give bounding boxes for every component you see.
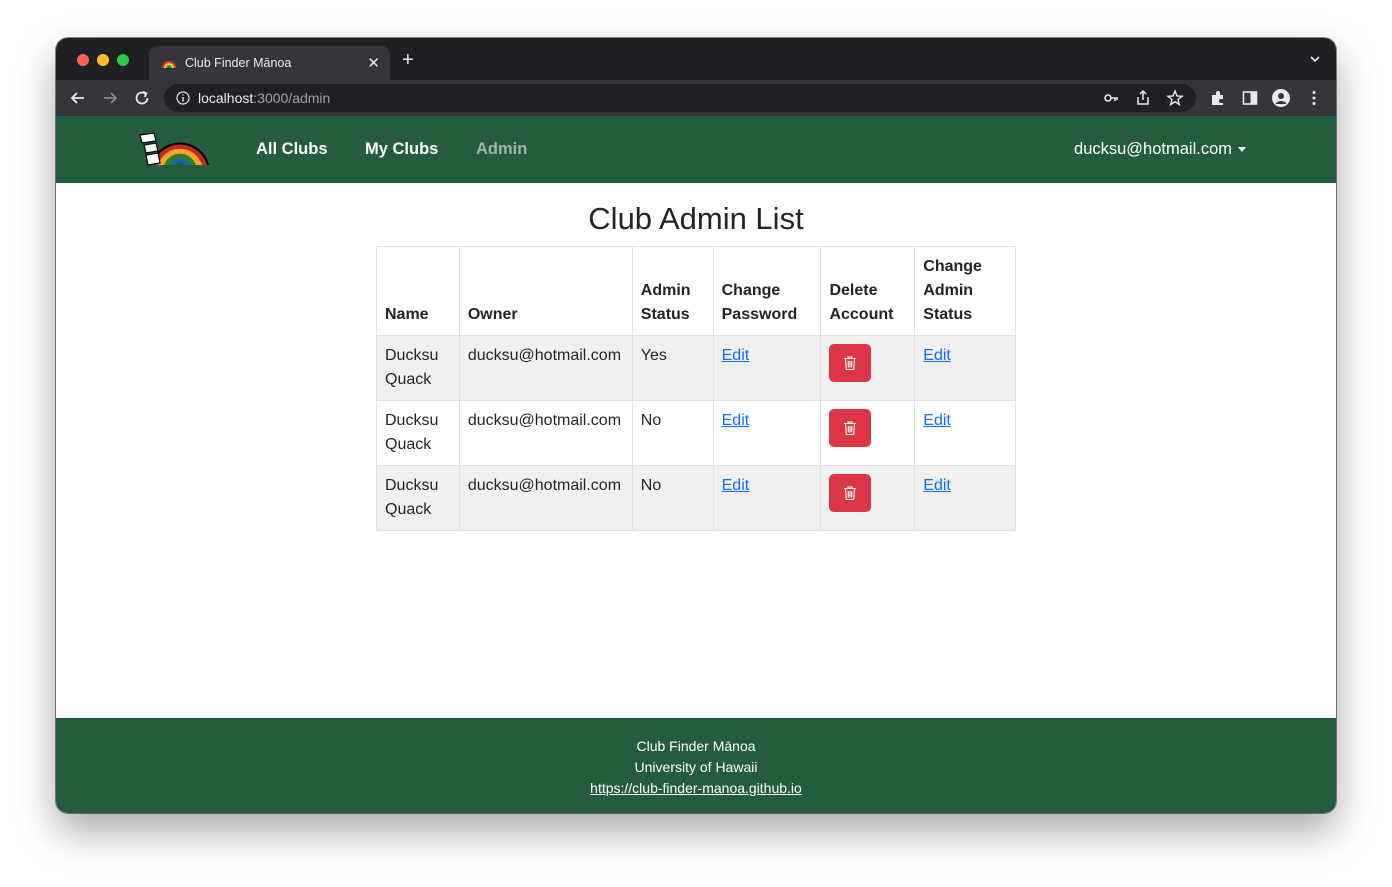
delete-account-button[interactable] [829,344,872,382]
site-navbar: All Clubs My Clubs Admin ducksu@hotmail.… [56,116,1336,183]
edit-admin-status-link[interactable]: Edit [923,347,951,364]
kebab-menu-icon[interactable] [1305,89,1323,107]
column-header-owner: Owner [458,246,633,336]
cell-name: Ducksu Quack [376,465,460,531]
back-icon[interactable] [69,89,87,107]
browser-tab[interactable]: Club Finder Mānoa ✕ [149,46,390,80]
footer-link[interactable]: https://club-finder-manoa.github.io [590,780,802,796]
cell-change-password: Edit [712,400,822,466]
edit-admin-status-link[interactable]: Edit [923,477,951,494]
page-content: All Clubs My Clubs Admin ducksu@hotmail.… [56,116,1336,813]
new-tab-icon[interactable]: + [402,49,414,72]
cell-owner: ducksu@hotmail.com [458,465,633,531]
uh-rainbow-logo[interactable] [138,129,210,169]
table-header-row: Name Owner Admin Status Change Password … [376,246,1016,336]
column-header-change-password: Change Password [712,246,822,336]
window-controls [77,54,129,66]
column-header-change-admin-status: Change Admin Status [914,246,1016,336]
page-title: Club Admin List [588,201,804,236]
footer-site-name: Club Finder Mānoa [636,738,756,754]
edit-admin-status-link[interactable]: Edit [923,412,951,429]
minimize-window-button[interactable] [97,54,109,66]
browser-window: Club Finder Mānoa ✕ + localhost:3000/adm… [56,38,1336,813]
admin-table: Name Owner Admin Status Change Password … [376,246,1016,531]
star-icon[interactable] [1166,89,1184,107]
share-icon[interactable] [1134,89,1152,107]
cell-owner: ducksu@hotmail.com [458,335,633,401]
table-row: Ducksu Quack ducksu@hotmail.com No Edit … [376,400,1016,466]
nav-all-clubs[interactable]: All Clubs [256,140,328,159]
maximize-window-button[interactable] [117,54,129,66]
column-header-name: Name [376,246,460,336]
cell-change-admin: Edit [914,335,1016,401]
nav-my-clubs[interactable]: My Clubs [365,140,438,159]
close-tab-icon[interactable]: ✕ [367,54,380,72]
cell-delete [820,465,916,531]
cell-owner: ducksu@hotmail.com [458,400,633,466]
delete-account-button[interactable] [829,409,872,447]
user-email: ducksu@hotmail.com [1074,140,1232,158]
footer-university: University of Hawaii [634,759,758,775]
delete-account-button[interactable] [829,474,872,512]
sidepanel-icon[interactable] [1241,89,1259,107]
cell-change-admin: Edit [914,400,1016,466]
caret-down-icon [1238,147,1246,152]
trash-icon [844,421,857,436]
browser-toolbar: localhost:3000/admin [56,80,1336,116]
trash-icon [844,356,857,371]
extensions-icon[interactable] [1209,89,1227,107]
edit-password-link[interactable]: Edit [722,477,750,494]
tab-title: Club Finder Mānoa [185,56,292,70]
cell-change-password: Edit [712,465,822,531]
profile-icon[interactable] [1272,89,1290,107]
address-bar[interactable]: localhost:3000/admin [164,84,1196,112]
cell-admin-status: No [631,465,714,531]
cell-change-admin: Edit [914,465,1016,531]
column-header-delete-account: Delete Account [820,246,916,336]
cell-name: Ducksu Quack [376,400,460,466]
column-header-admin-status: Admin Status [631,246,714,336]
url-host: localhost [198,90,254,106]
user-dropdown[interactable]: ducksu@hotmail.com [1074,140,1246,159]
forward-icon[interactable] [101,89,119,107]
cell-name: Ducksu Quack [376,335,460,401]
nav-admin[interactable]: Admin [476,140,527,159]
cell-admin-status: Yes [631,335,714,401]
cell-change-password: Edit [712,335,822,401]
trash-icon [844,486,857,501]
tab-bar: Club Finder Mānoa ✕ + [56,38,1336,80]
table-row: Ducksu Quack ducksu@hotmail.com Yes Edit… [376,335,1016,401]
site-footer: Club Finder Mānoa University of Hawaii h… [56,718,1336,813]
cell-admin-status: No [631,400,714,466]
close-window-button[interactable] [77,54,89,66]
cell-delete [820,335,916,401]
edit-password-link[interactable]: Edit [722,347,750,364]
reload-icon[interactable] [133,89,151,107]
info-icon[interactable] [176,91,190,105]
url-path: :3000/admin [253,90,331,106]
edit-password-link[interactable]: Edit [722,412,750,429]
cell-delete [820,400,916,466]
chevron-down-icon[interactable] [1308,52,1322,66]
rainbow-favicon-icon [162,61,176,68]
key-icon[interactable] [1102,89,1120,107]
table-row: Ducksu Quack ducksu@hotmail.com No Edit … [376,465,1016,531]
